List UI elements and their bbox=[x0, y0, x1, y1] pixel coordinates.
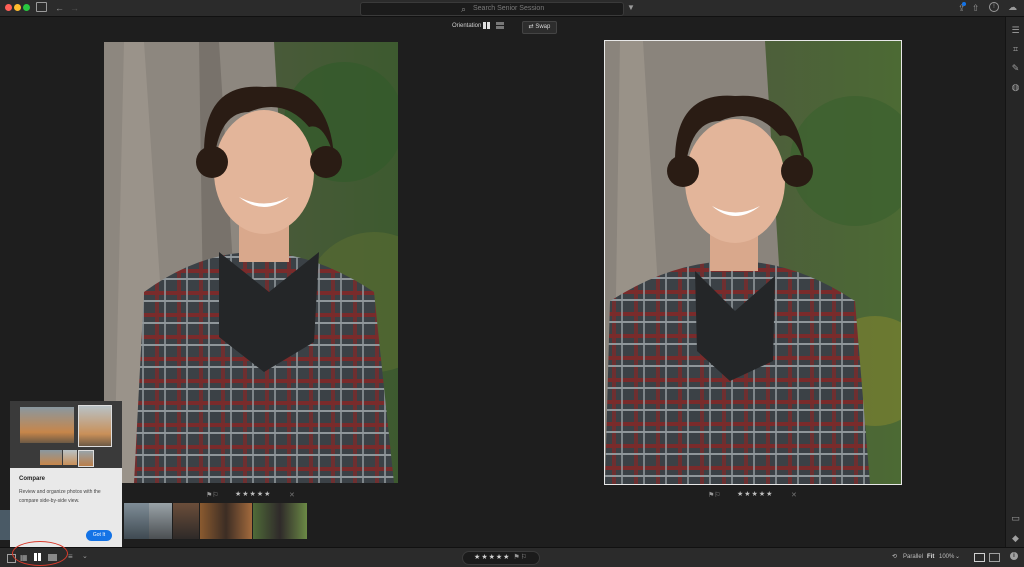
filmstrip-thumb[interactable] bbox=[200, 503, 252, 539]
bottom-bar: ▦ ≡ ⌄ ★★★★★ ⚑⚐ ⟲ Parallel Fit 100% ⌄ i bbox=[0, 547, 1024, 567]
compare-view-highlight-circle bbox=[12, 541, 68, 566]
right-tool-panel: ☰ ⌗ ✎ ◍ ▭ ◆ bbox=[1005, 17, 1024, 547]
window-close-button[interactable] bbox=[5, 4, 12, 11]
flag-icons-left[interactable]: ⚑⚐ bbox=[206, 491, 219, 499]
masking-icon[interactable]: ◍ bbox=[1010, 82, 1021, 93]
orientation-stacked-icon[interactable] bbox=[496, 22, 504, 29]
sync-icon[interactable]: ⟲ bbox=[892, 552, 897, 562]
zoom-chevron-icon[interactable]: ⌄ bbox=[955, 552, 960, 562]
notification-badge bbox=[962, 2, 966, 6]
preview-image bbox=[78, 405, 112, 447]
forward-arrow-icon[interactable]: → bbox=[70, 3, 79, 13]
rating-filter[interactable]: ★★★★★ ⚑⚐ bbox=[462, 551, 540, 565]
search-placeholder: Search Senior Session bbox=[473, 5, 545, 12]
filmstrip-toggle-icon[interactable] bbox=[974, 553, 985, 562]
cloud-icon[interactable]: ☁ bbox=[1008, 2, 1017, 12]
swap-icon: ⇄ bbox=[528, 24, 534, 30]
fit-label[interactable]: Fit bbox=[927, 552, 934, 562]
info-icon[interactable]: i bbox=[1010, 552, 1018, 560]
filmstrip-thumb[interactable] bbox=[173, 503, 199, 539]
preview-thumb bbox=[63, 450, 77, 465]
popup-body: Review and organize photos with the comp… bbox=[19, 489, 101, 504]
window-minimize-button[interactable] bbox=[14, 4, 21, 11]
reject-icon-right[interactable]: ✕ bbox=[791, 491, 797, 499]
orientation-label: Orientation bbox=[452, 23, 482, 29]
help-icon[interactable]: ! bbox=[989, 2, 999, 12]
popup-title: Compare bbox=[19, 476, 46, 482]
zoom-level[interactable]: 100% bbox=[939, 552, 954, 562]
compare-onboarding-popup: Compare Review and organize photos with … bbox=[10, 468, 122, 552]
crop-icon[interactable]: ⌗ bbox=[1010, 44, 1021, 55]
edit-sliders-icon[interactable]: ☰ bbox=[1010, 25, 1021, 36]
filmstrip-thumb[interactable] bbox=[124, 503, 149, 539]
rating-stars[interactable]: ★★★★★ bbox=[474, 554, 510, 561]
rating-stars-left[interactable]: ★★★★★ bbox=[235, 490, 271, 498]
orientation-side-by-side-icon[interactable] bbox=[483, 22, 491, 29]
got-it-button[interactable]: Got It bbox=[86, 530, 112, 541]
compare-popup-preview bbox=[10, 401, 122, 468]
flag-icons-right[interactable]: ⚑⚐ bbox=[708, 491, 721, 499]
compare-photo-left[interactable] bbox=[104, 42, 398, 483]
preview-image bbox=[20, 407, 74, 443]
filmstrip-thumb[interactable] bbox=[253, 503, 307, 539]
panel-toggle-icon[interactable] bbox=[989, 553, 1000, 562]
portrait-image bbox=[605, 41, 901, 484]
rating-stars-right[interactable]: ★★★★★ bbox=[737, 490, 773, 498]
filmstrip-thumb[interactable] bbox=[149, 503, 172, 539]
flag-icon[interactable]: ⚑⚐ bbox=[513, 554, 528, 561]
preview-thumb bbox=[78, 450, 94, 467]
search-icon: ⌕ bbox=[461, 4, 467, 14]
comment-icon[interactable]: ▭ bbox=[1010, 513, 1021, 524]
portrait-image bbox=[104, 42, 398, 483]
swap-label: Swap bbox=[535, 24, 551, 30]
title-bar: ← → ⌕ Search Senior Session ▼ ⇪ ⇧ ! ☁ bbox=[0, 0, 1024, 17]
chevron-down-icon[interactable]: ⌄ bbox=[82, 552, 88, 560]
search-input[interactable]: ⌕ Search Senior Session bbox=[360, 2, 624, 16]
view-mode-label[interactable]: Parallel bbox=[903, 552, 923, 562]
sidebar-toggle-icon[interactable] bbox=[36, 2, 47, 12]
tag-icon[interactable]: ◆ bbox=[1010, 533, 1021, 544]
healing-brush-icon[interactable]: ✎ bbox=[1010, 63, 1021, 74]
preview-thumb bbox=[40, 450, 62, 465]
reject-icon-left[interactable]: ✕ bbox=[289, 491, 295, 499]
sort-icon[interactable]: ≡ bbox=[68, 552, 73, 561]
upload-icon[interactable]: ⇧ bbox=[972, 3, 980, 13]
filmstrip-thumb[interactable] bbox=[0, 510, 10, 540]
window-zoom-button[interactable] bbox=[23, 4, 30, 11]
compare-photo-right[interactable] bbox=[604, 40, 902, 485]
back-arrow-icon[interactable]: ← bbox=[55, 3, 64, 13]
filter-icon[interactable]: ▼ bbox=[627, 3, 635, 13]
swap-button[interactable]: ⇄ Swap bbox=[522, 21, 557, 34]
